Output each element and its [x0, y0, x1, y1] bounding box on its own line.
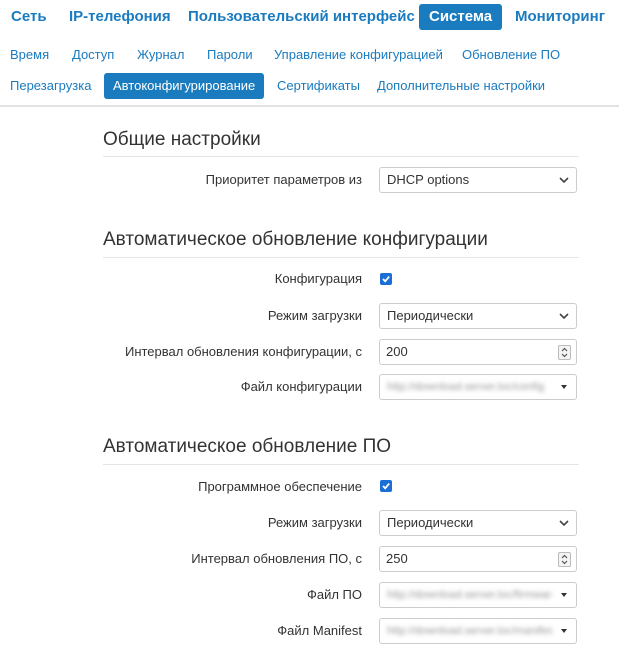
fw-interval-input[interactable]: 250	[379, 546, 577, 572]
top-nav-network[interactable]: Сеть	[1, 4, 57, 30]
config-file-label: Файл конфигурации	[240, 379, 362, 394]
fw-interval-label: Интервал обновления ПО, с	[191, 551, 362, 566]
section-rule-fw-update	[103, 464, 579, 465]
top-nav-system[interactable]: Система	[419, 4, 503, 30]
tab-log[interactable]: Журнал	[128, 42, 193, 68]
chevron-down-icon	[559, 177, 569, 184]
checkmark-icon	[382, 483, 390, 490]
tab-advanced-settings[interactable]: Дополнительные настройки	[368, 73, 554, 99]
nav-divider	[0, 105, 619, 107]
fw-enable-checkbox[interactable]	[380, 480, 392, 492]
section-title-general: Общие настройки	[103, 129, 261, 150]
config-enable-checkbox[interactable]	[380, 273, 392, 285]
section-title-fw-update: Автоматическое обновление ПО	[103, 436, 392, 457]
chevron-down-icon	[559, 313, 569, 320]
fw-interval-value: 250	[386, 551, 408, 566]
tab-passwords[interactable]: Пароли	[198, 42, 262, 68]
config-enable-label: Конфигурация	[274, 271, 362, 286]
fw-file-value: http://download.server.loc/firmware	[387, 589, 552, 601]
tab-reboot[interactable]: Перезагрузка	[1, 73, 100, 99]
tab-time[interactable]: Время	[1, 42, 58, 68]
top-nav-user-interface[interactable]: Пользовательский интерфейс	[178, 4, 425, 30]
fw-mode-value: Периодически	[387, 515, 474, 530]
top-nav-monitoring[interactable]: Мониторинг	[505, 4, 615, 30]
priority-label: Приоритет параметров из	[205, 172, 362, 187]
tab-access[interactable]: Доступ	[63, 42, 123, 68]
config-mode-value: Периодически	[387, 308, 474, 323]
fw-enable-label: Программное обеспечение	[198, 479, 362, 494]
checkmark-icon	[382, 276, 390, 283]
fw-mode-select[interactable]: Периодически	[379, 510, 577, 536]
config-interval-input[interactable]: 200	[379, 339, 577, 365]
config-mode-label: Режим загрузки	[267, 308, 362, 323]
config-file-value: http://download.server.loc/config	[387, 381, 545, 393]
tab-firmware-update[interactable]: Обновление ПО	[453, 42, 569, 68]
tab-certificates[interactable]: Сертификаты	[268, 73, 369, 99]
config-mode-select[interactable]: Периодически	[379, 303, 577, 329]
caret-down-icon[interactable]	[561, 629, 567, 633]
chevron-down-icon	[559, 520, 569, 527]
tab-config-management[interactable]: Управление конфигурацией	[265, 42, 452, 68]
config-interval-label: Интервал обновления конфигурации, с	[124, 344, 362, 359]
fw-file-label: Файл ПО	[306, 587, 362, 602]
fw-file-combobox[interactable]: http://download.server.loc/firmware	[379, 582, 577, 608]
priority-select[interactable]: DHCP options	[379, 167, 577, 193]
fw-mode-label: Режим загрузки	[267, 515, 362, 530]
caret-down-icon[interactable]	[561, 385, 567, 389]
section-title-config-update: Автоматическое обновление конфигурации	[103, 229, 488, 250]
caret-down-icon[interactable]	[561, 593, 567, 597]
spinner-icon[interactable]	[558, 552, 571, 567]
section-rule-config-update	[103, 257, 579, 258]
top-nav-ip-telephony[interactable]: IP-телефония	[59, 4, 181, 30]
spinner-icon[interactable]	[558, 345, 571, 360]
section-rule-general	[103, 156, 579, 157]
tab-autoconfiguration[interactable]: Автоконфигурирование	[104, 73, 265, 99]
priority-select-value: DHCP options	[387, 172, 470, 187]
config-file-combobox[interactable]: http://download.server.loc/config	[379, 374, 577, 400]
top-nav: Сеть IP-телефония Пользовательский интер…	[0, 0, 619, 34]
manifest-file-value: http://download.server.loc/manifest	[387, 625, 552, 637]
manifest-file-label: Файл Manifest	[277, 623, 362, 638]
config-interval-value: 200	[386, 344, 408, 359]
manifest-file-combobox[interactable]: http://download.server.loc/manifest	[379, 618, 577, 644]
